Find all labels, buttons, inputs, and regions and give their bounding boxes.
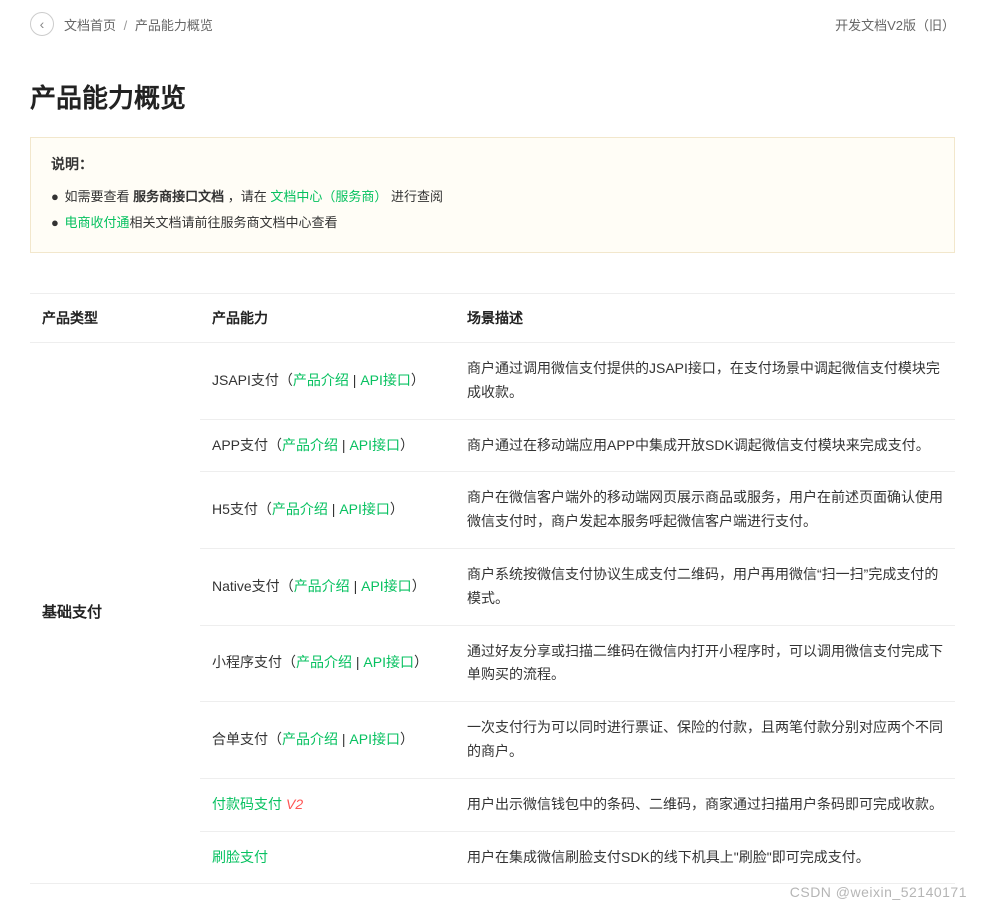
breadcrumb-current: 产品能力概览 bbox=[135, 18, 213, 33]
api-link[interactable]: API接口 bbox=[339, 501, 390, 517]
product-intro-link[interactable]: 产品介绍 bbox=[296, 654, 352, 670]
capability-cell: 合单支付（产品介绍 | API接口） bbox=[200, 702, 455, 779]
api-link[interactable]: API接口 bbox=[361, 578, 412, 594]
breadcrumb-sep: / bbox=[124, 18, 128, 33]
capability-cell: 付款码支付V2 bbox=[200, 778, 455, 831]
product-intro-link[interactable]: 产品介绍 bbox=[282, 437, 338, 453]
th-type: 产品类型 bbox=[30, 294, 200, 343]
notice-line-1: ● 如需要查看 服务商接口文档 ，请在 文档中心（服务商） 进行查阅 bbox=[51, 184, 934, 210]
breadcrumb-home-link[interactable]: 文档首页 bbox=[64, 18, 116, 33]
api-link[interactable]: API接口 bbox=[363, 654, 414, 670]
v2-badge: V2 bbox=[286, 796, 303, 812]
capability-cell: APP支付（产品介绍 | API接口） bbox=[200, 419, 455, 472]
api-link[interactable]: API接口 bbox=[349, 731, 400, 747]
capability-name: 小程序支付 bbox=[212, 654, 282, 670]
desc-cell: 商户通过调用微信支付提供的JSAPI接口，在支付场景中调起微信支付模块完成收款。 bbox=[455, 343, 955, 420]
capability-name: Native支付 bbox=[212, 578, 280, 594]
capability-cell: JSAPI支付（产品介绍 | API接口） bbox=[200, 343, 455, 420]
product-intro-link[interactable]: 产品介绍 bbox=[294, 578, 350, 594]
capability-name: APP支付 bbox=[212, 437, 268, 453]
desc-cell: 商户系统按微信支付协议生成支付二维码，用户再用微信“扫一扫”完成支付的模式。 bbox=[455, 548, 955, 625]
breadcrumb: 文档首页 / 产品能力概览 bbox=[64, 15, 213, 34]
api-link[interactable]: API接口 bbox=[349, 437, 400, 453]
desc-cell: 用户在集成微信刷脸支付SDK的线下机具上"刷脸"即可完成支付。 bbox=[455, 831, 955, 884]
notice-heading: 说明： bbox=[51, 154, 934, 174]
desc-cell: 一次支付行为可以同时进行票证、保险的付款，且两笔付款分别对应两个不同的商户。 bbox=[455, 702, 955, 779]
notice-box: 说明： ● 如需要查看 服务商接口文档 ，请在 文档中心（服务商） 进行查阅 ●… bbox=[30, 137, 955, 253]
ecommerce-link[interactable]: 电商收付通 bbox=[64, 215, 129, 230]
desc-cell: 用户出示微信钱包中的条码、二维码，商家通过扫描用户条码即可完成收款。 bbox=[455, 778, 955, 831]
back-button[interactable]: ‹ bbox=[30, 12, 54, 36]
capability-link[interactable]: 刷脸支付 bbox=[212, 849, 268, 865]
capability-cell: 刷脸支付 bbox=[200, 831, 455, 884]
table-row: 基础支付JSAPI支付（产品介绍 | API接口）商户通过调用微信支付提供的JS… bbox=[30, 343, 955, 420]
desc-cell: 商户通过在移动端应用APP中集成开放SDK调起微信支付模块来完成支付。 bbox=[455, 419, 955, 472]
product-intro-link[interactable]: 产品介绍 bbox=[272, 501, 328, 517]
api-link[interactable]: API接口 bbox=[360, 372, 411, 388]
product-intro-link[interactable]: 产品介绍 bbox=[293, 372, 349, 388]
capability-cell: H5支付（产品介绍 | API接口） bbox=[200, 472, 455, 549]
doc-center-link[interactable]: 文档中心（服务商） bbox=[270, 189, 387, 204]
capability-name: H5支付 bbox=[212, 501, 258, 517]
capability-name: JSAPI支付 bbox=[212, 372, 279, 388]
notice-line-2: ● 电商收付通相关文档请前往服务商文档中心查看 bbox=[51, 210, 934, 236]
th-capability: 产品能力 bbox=[200, 294, 455, 343]
version-link[interactable]: 开发文档V2版（旧） bbox=[835, 15, 955, 34]
capability-cell: Native支付（产品介绍 | API接口） bbox=[200, 548, 455, 625]
capability-table: 产品类型 产品能力 场景描述 基础支付JSAPI支付（产品介绍 | API接口）… bbox=[30, 294, 955, 884]
capability-name: 合单支付 bbox=[212, 731, 268, 747]
capability-cell: 小程序支付（产品介绍 | API接口） bbox=[200, 625, 455, 702]
page-title: 产品能力概览 bbox=[30, 78, 955, 115]
product-intro-link[interactable]: 产品介绍 bbox=[282, 731, 338, 747]
capability-link[interactable]: 付款码支付 bbox=[212, 796, 282, 812]
desc-cell: 商户在微信客户端外的移动端网页展示商品或服务，用户在前述页面确认使用微信支付时，… bbox=[455, 472, 955, 549]
desc-cell: 通过好友分享或扫描二维码在微信内打开小程序时，可以调用微信支付完成下单购买的流程… bbox=[455, 625, 955, 702]
th-desc: 场景描述 bbox=[455, 294, 955, 343]
category-cell: 基础支付 bbox=[30, 343, 200, 884]
chevron-left-icon: ‹ bbox=[40, 16, 45, 32]
